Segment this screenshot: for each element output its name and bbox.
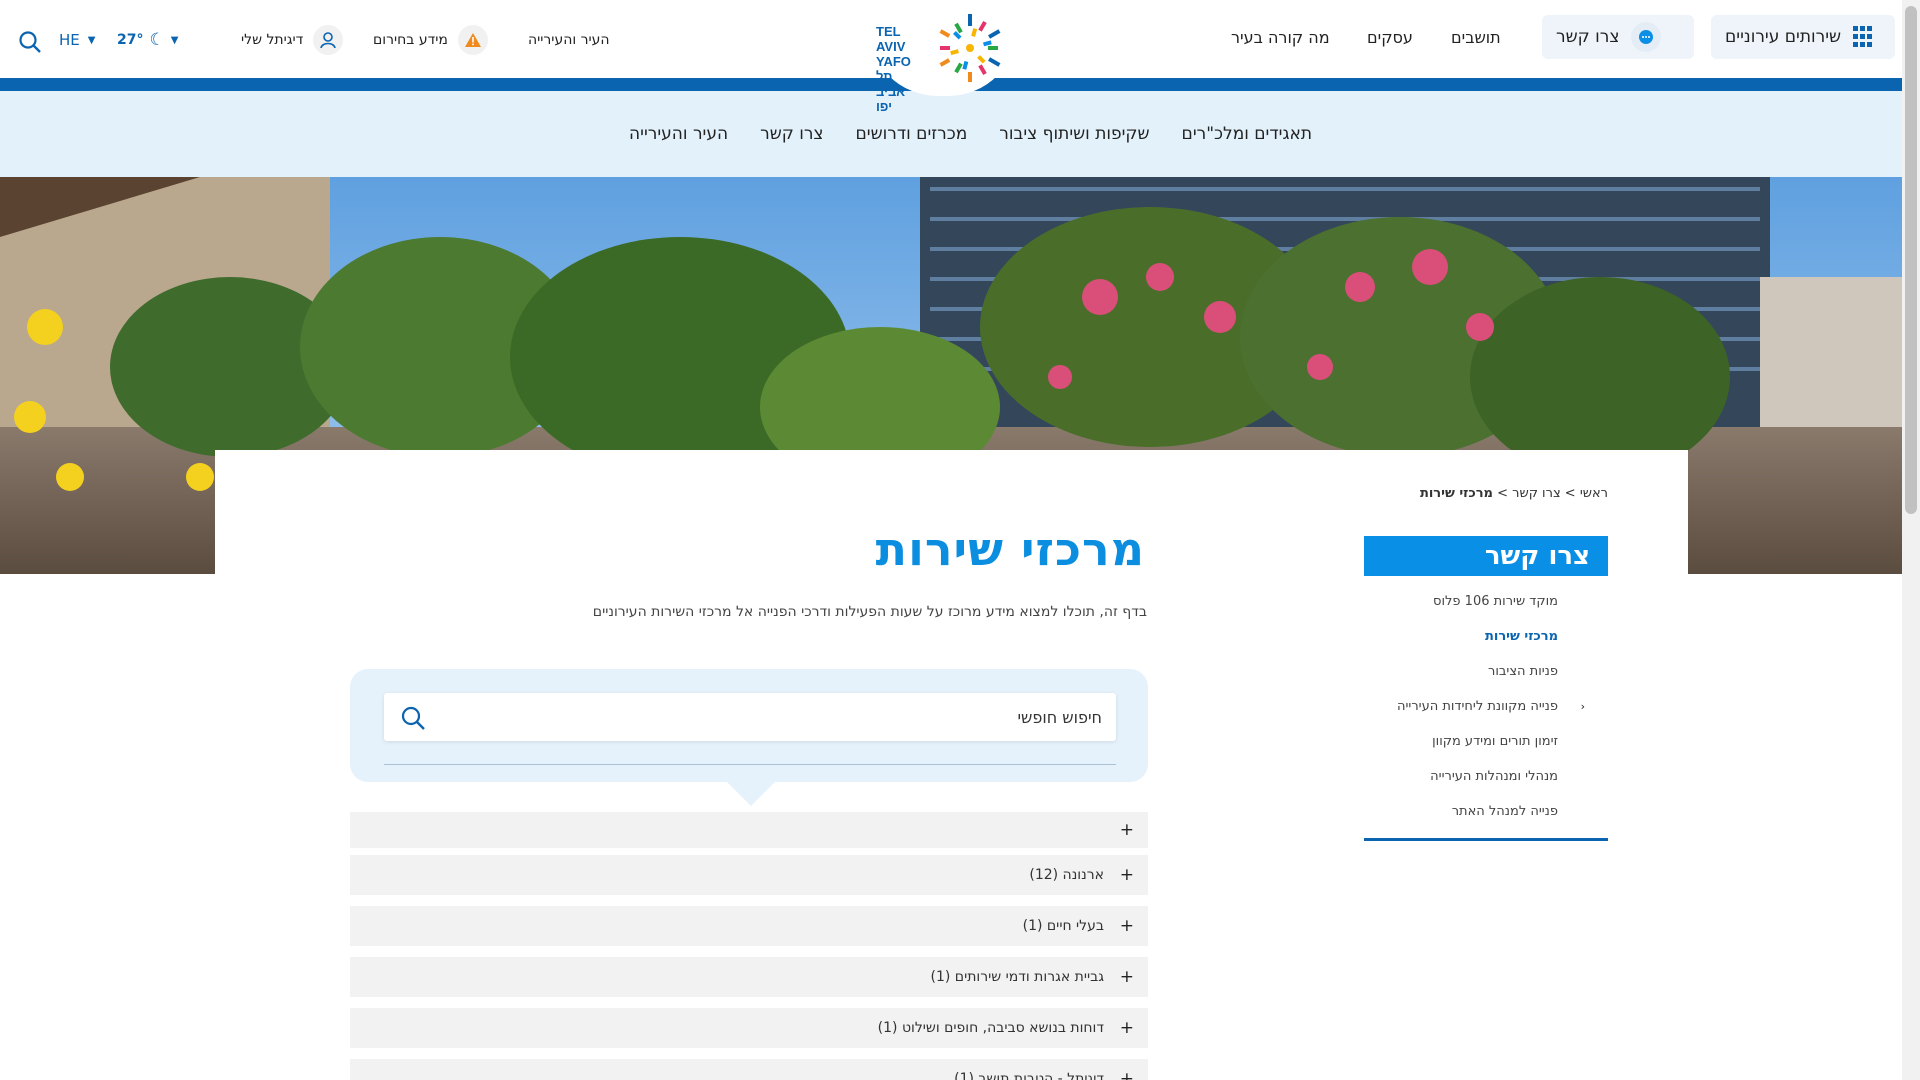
search-icon[interactable] <box>18 30 42 58</box>
page-title: מרכזי שירות <box>875 522 1145 576</box>
breadcrumb-separator: > <box>1564 486 1576 501</box>
sidebar-divider <box>1364 838 1608 841</box>
subnav-transparency[interactable]: שקיפות ושיתוף ציבור <box>999 124 1149 144</box>
nav-business[interactable]: עסקים <box>1367 28 1413 47</box>
contact-button[interactable]: צרו קשר <box>1542 15 1694 59</box>
secondary-nav: העיר והעירייה צרו קשר מכרזים ודרושים שקי… <box>0 91 1902 177</box>
language-selector[interactable]: HE ▼ <box>59 22 95 58</box>
subnav-city-hall[interactable]: העיר והעירייה <box>629 124 728 144</box>
nav-events[interactable]: מה קורה בעיר <box>1231 28 1330 47</box>
search-input[interactable] <box>384 693 1116 741</box>
language-value: HE <box>59 31 80 49</box>
chat-icon <box>1631 22 1662 52</box>
sidebar-item-106[interactable]: מוקד שירות 106 פלוס <box>1364 584 1608 619</box>
secondary-nav-list: העיר והעירייה צרו קשר מכרזים ודרושים שקי… <box>629 91 1312 177</box>
plus-icon: + <box>1119 820 1134 840</box>
sidebar-list: מוקד שירות 106 פלוס מרכזי שירות פניות הצ… <box>1364 584 1608 829</box>
sidebar-item-webmaster[interactable]: פנייה למנהל האתר <box>1364 794 1608 829</box>
sidebar-item-label: פנייה מקוונת ליחידות העירייה <box>1397 699 1558 714</box>
sidebar-item-appointments[interactable]: זימון תורים ומידע מקוון <box>1364 724 1608 759</box>
contact-label: צרו קשר <box>1556 27 1620 47</box>
breadcrumb-separator: > <box>1497 486 1509 501</box>
accordion-item[interactable]: + דוחות בנושא סביבה, חופים ושילוט (1) <box>350 1008 1148 1048</box>
digitel-button[interactable]: דיגיתל שלי <box>241 22 344 58</box>
search-underline <box>384 764 1116 765</box>
city-services-button[interactable]: שירותים עירוניים <box>1711 15 1895 59</box>
breadcrumb-parent[interactable]: צרו קשר <box>1512 486 1561 501</box>
sidebar-item-service-centers[interactable]: מרכזי שירות <box>1364 619 1608 654</box>
chevron-left-icon: ‹ <box>1580 700 1585 713</box>
sidebar-item-managers[interactable]: מנהלי ומנהלות העירייה <box>1364 759 1608 794</box>
grid-icon <box>1853 26 1875 48</box>
emergency-label: מידע בחירום <box>373 32 448 48</box>
breadcrumb: ראשי > צרו קשר > מרכזי שירות <box>1420 486 1608 501</box>
user-icon <box>313 25 344 55</box>
plus-icon: + <box>1119 1069 1134 1080</box>
accordion-label: גביית אגרות ודמי שירותים (1) <box>930 969 1104 985</box>
city-hall-link[interactable]: העיר והעירייה <box>528 32 610 48</box>
city-services-label: שירותים עירוניים <box>1725 27 1842 47</box>
subnav-corporations[interactable]: תאגידים ומלכ"רים <box>1182 124 1312 144</box>
emergency-button[interactable]: מידע בחירום <box>373 22 488 58</box>
subnav-tenders[interactable]: מכרזים ודרושים <box>856 124 968 144</box>
accordion-item[interactable]: + בעלי חיים (1) <box>350 906 1148 946</box>
search-icon[interactable] <box>400 705 426 731</box>
chevron-down-icon: ▼ <box>170 34 179 46</box>
logo-text: TEL AVIV YAFO תל אביב יפו <box>876 24 911 114</box>
temperature-value: 27° <box>117 32 144 48</box>
nav-residents[interactable]: תושבים <box>1451 28 1501 47</box>
accordion-list: + + ארנונה (12) + בעלי חיים (1) + גביית … <box>350 812 1148 1080</box>
logo-burst-icon <box>939 14 1001 82</box>
sidebar-title: צרו קשר <box>1364 536 1608 576</box>
accordion-label: דיגיתל - הטבות תושב (1) <box>954 1071 1104 1080</box>
accordion-label: ארנונה (12) <box>1029 867 1104 883</box>
digitel-label: דיגיתל שלי <box>241 32 304 48</box>
scrollbar-thumb[interactable] <box>1905 6 1917 514</box>
sidebar-item-public-inquiries[interactable]: פניות הציבור <box>1364 654 1608 689</box>
subnav-contact[interactable]: צרו קשר <box>760 124 823 144</box>
plus-icon: + <box>1119 1018 1134 1038</box>
accordion-item[interactable]: + <box>350 812 1148 848</box>
sidebar-item-online-inquiry[interactable]: פנייה מקוונת ליחידות העירייה ‹ <box>1364 689 1608 724</box>
breadcrumb-current: מרכזי שירות <box>1419 486 1493 501</box>
city-logo[interactable]: TEL AVIV YAFO תל אביב יפו <box>868 2 1018 114</box>
accordion-label: בעלי חיים (1) <box>1022 918 1104 934</box>
warning-icon <box>457 25 488 55</box>
accordion-label: דוחות בנושא סביבה, חופים ושילוט (1) <box>877 1020 1104 1036</box>
breadcrumb-home[interactable]: ראשי <box>1580 486 1608 501</box>
plus-icon: + <box>1119 967 1134 987</box>
accordion-item[interactable]: + דיגיתל - הטבות תושב (1) <box>350 1059 1148 1080</box>
plus-icon: + <box>1119 916 1134 936</box>
chevron-down-icon: ▼ <box>87 34 96 46</box>
plus-icon: + <box>1119 865 1134 885</box>
search-panel-arrow <box>727 782 775 806</box>
accordion-item[interactable]: + ארנונה (12) <box>350 855 1148 895</box>
weather-widget[interactable]: 27° ☾ ▼ <box>117 22 178 58</box>
moon-icon: ☾ <box>149 30 165 50</box>
accordion-item[interactable]: + גביית אגרות ודמי שירותים (1) <box>350 957 1148 997</box>
page-description: בדף זה, תוכלו למצוא מידע מרוכז על שעות ה… <box>592 604 1147 620</box>
